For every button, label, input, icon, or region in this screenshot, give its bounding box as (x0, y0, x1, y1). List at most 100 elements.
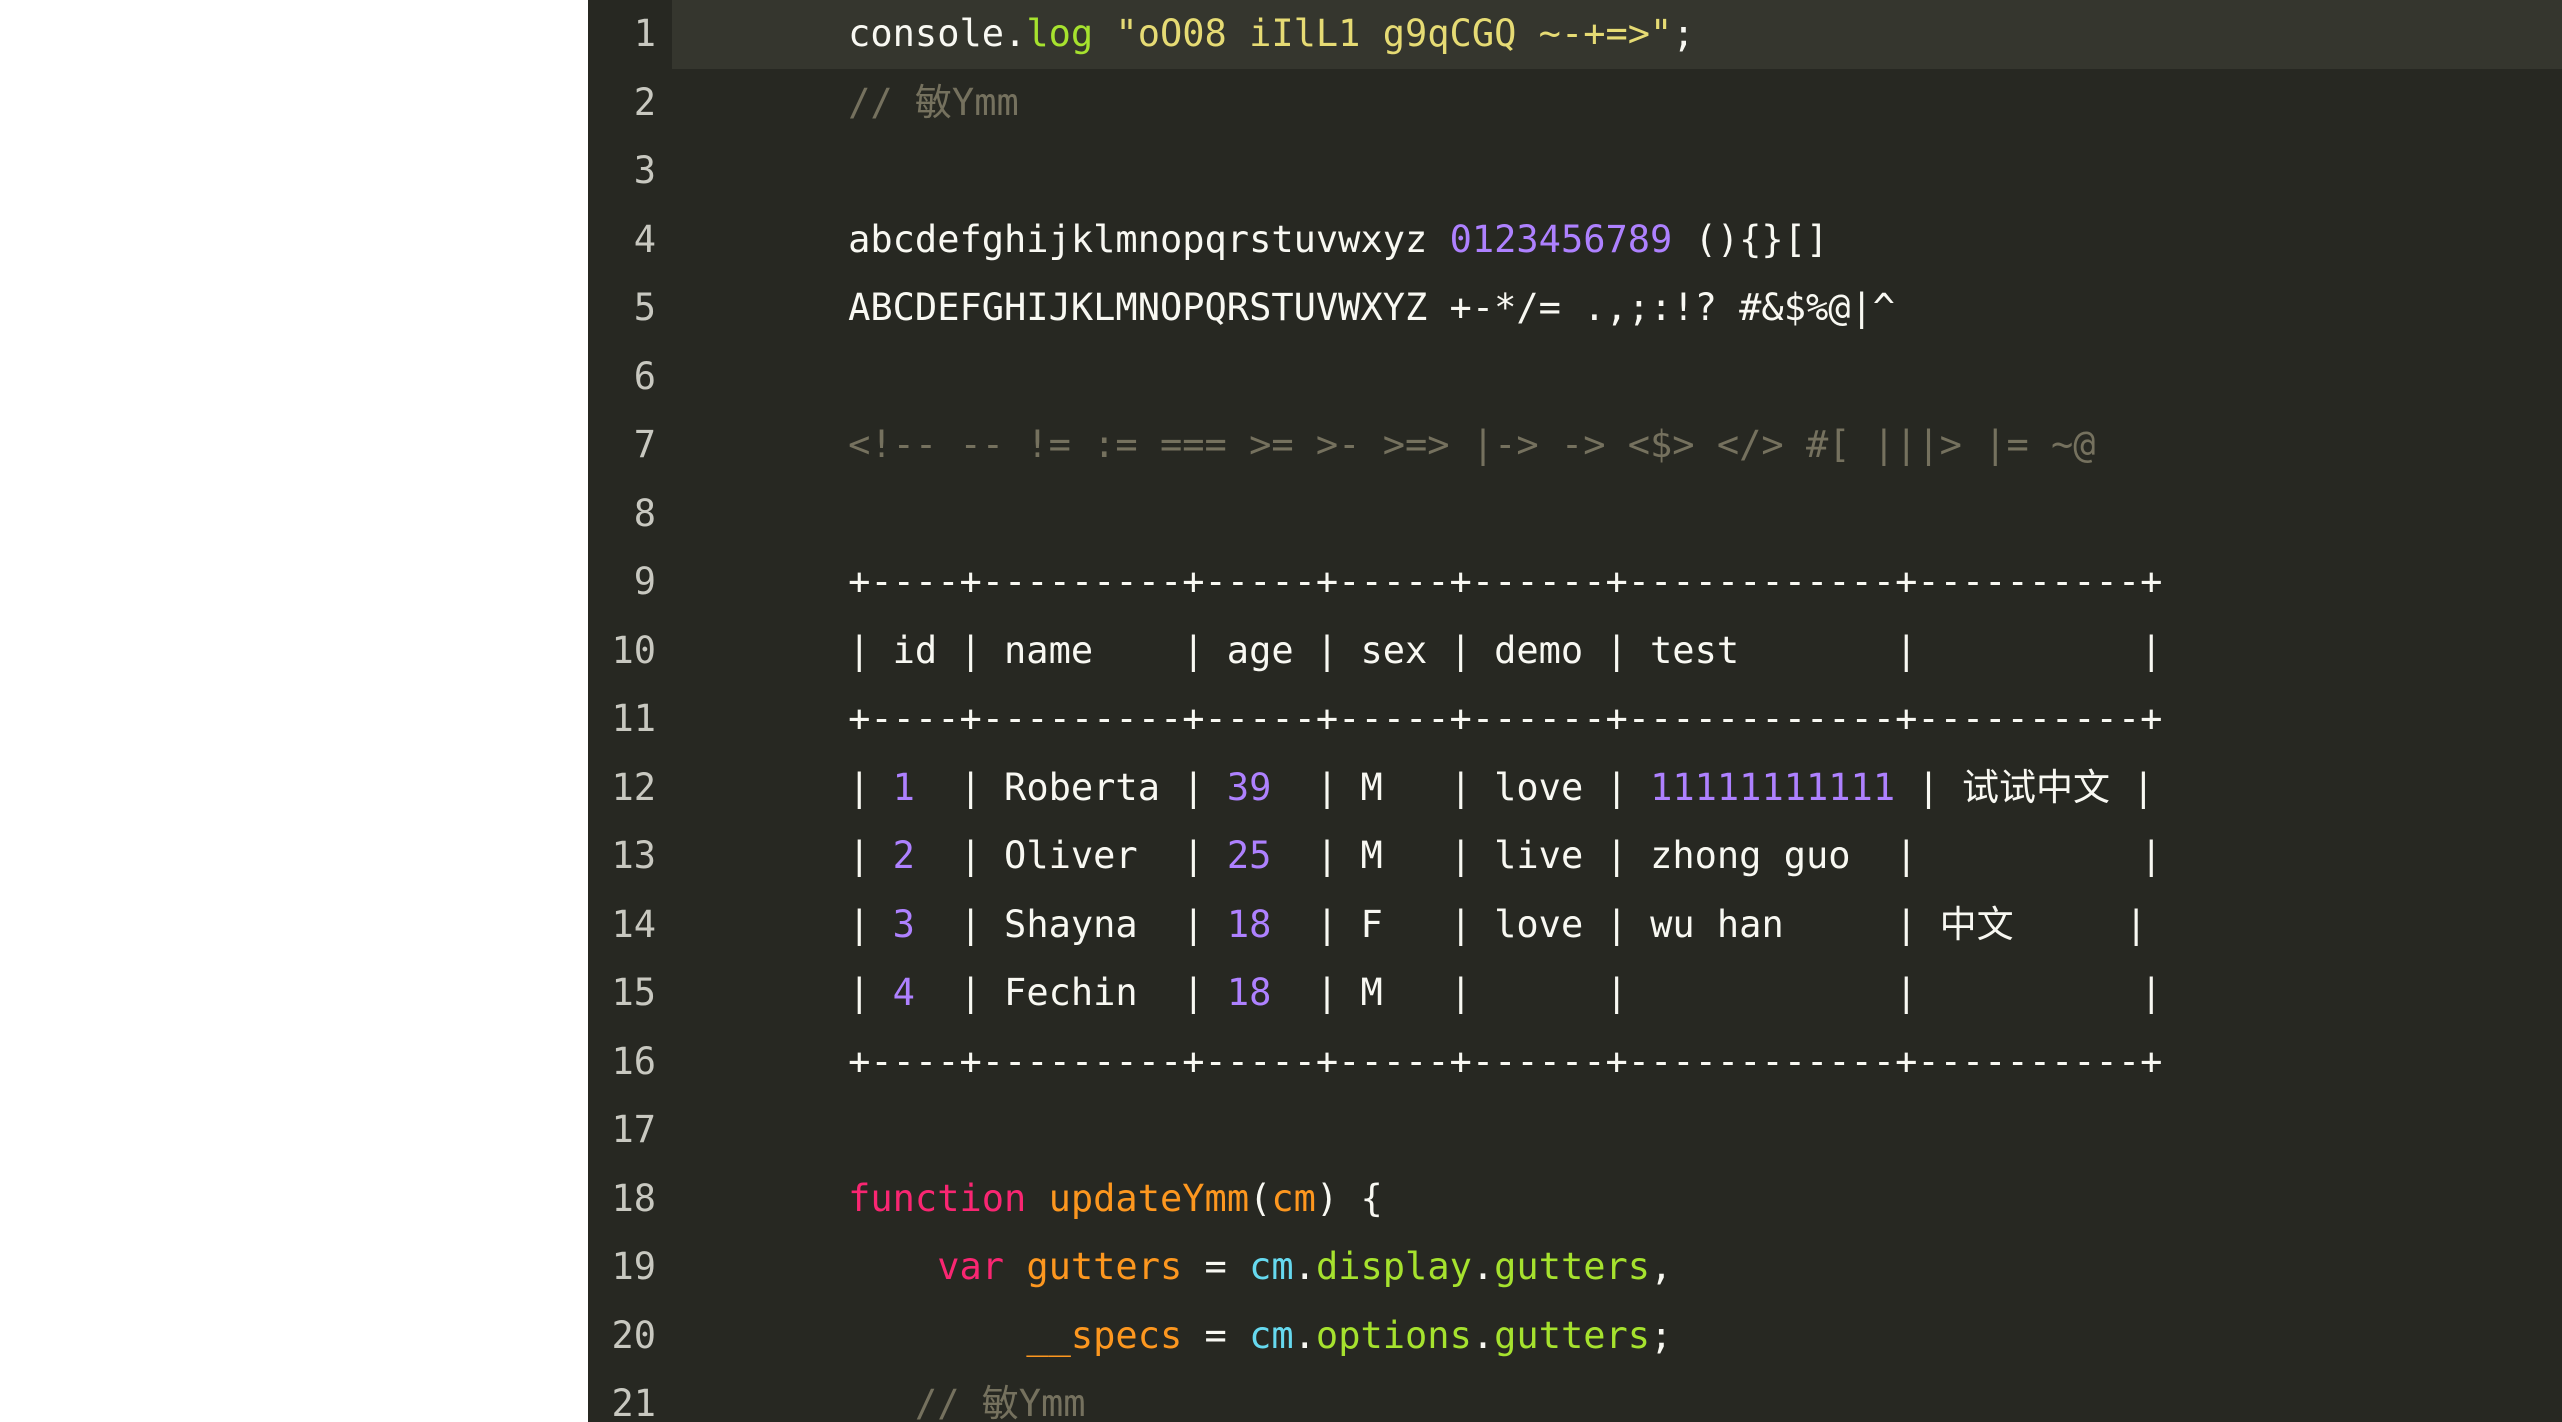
code-line[interactable]: 2 // 敏Ymm (588, 69, 2562, 138)
line-number[interactable]: 11 (588, 685, 672, 754)
code-line[interactable]: 14 | 3 | Shayna | 18 | F | love | wu han… (588, 891, 2562, 960)
code-token-plain: ; (1672, 12, 1695, 55)
code-line-content[interactable]: var gutters = cm.display.gutters, (672, 1233, 2562, 1302)
code-token-plain: +----+---------+-----+-----+------+-----… (759, 1039, 2163, 1083)
line-number[interactable]: 18 (588, 1165, 672, 1234)
code-line[interactable]: 15 | 4 | Fechin | 18 | M | | | | (588, 959, 2562, 1028)
line-number[interactable]: 4 (588, 206, 672, 275)
code-line-content[interactable]: | 4 | Fechin | 18 | M | | | | (672, 959, 2562, 1028)
code-line-content[interactable]: console.log "oO08 iIlL1 g9qCGQ ~-+=>"; (672, 0, 2562, 69)
code-line[interactable]: 12 | 1 | Roberta | 39 | M | love | 11111… (588, 754, 2562, 823)
code-token-plain: = (1182, 1313, 1250, 1357)
code-line[interactable]: 17 (588, 1096, 2562, 1165)
code-token-comment: // 敏Ymm (759, 80, 1019, 124)
line-number[interactable]: 20 (588, 1302, 672, 1371)
code-token-param: cm (1271, 1176, 1316, 1220)
code-line[interactable]: 9 +----+---------+-----+-----+------+---… (588, 548, 2562, 617)
code-token-plain: | Fechin | (914, 971, 1227, 1014)
line-number[interactable]: 8 (588, 480, 672, 549)
code-line[interactable]: 5 ABCDEFGHIJKLMNOPQRSTUVWXYZ +-*/= .,;:!… (588, 274, 2562, 343)
code-token-prop: gutters (1494, 1313, 1651, 1357)
line-number[interactable]: 9 (588, 548, 672, 617)
code-token-plain: | 试试中文 | (1895, 765, 2155, 809)
line-number[interactable]: 14 (588, 891, 672, 960)
code-token-comment: // 敏Ymm (759, 1382, 1086, 1422)
code-line-content[interactable]: abcdefghijklmnopqrstuvwxyz 0123456789 ()… (672, 206, 2562, 275)
code-token-number: 3 (892, 902, 915, 946)
code-line[interactable]: 6 (588, 343, 2562, 412)
code-token-fnname: updateYmm (1048, 1176, 1250, 1220)
line-number[interactable]: 17 (588, 1096, 672, 1165)
line-number[interactable]: 6 (588, 343, 672, 412)
code-line[interactable]: 3 (588, 137, 2562, 206)
code-line-content[interactable]: +----+---------+-----+-----+------+-----… (672, 548, 2562, 617)
code-editor[interactable]: 1 console.log "oO08 iIlL1 g9qCGQ ~-+=>";… (588, 0, 2562, 1422)
code-line[interactable]: 16 +----+---------+-----+-----+------+--… (588, 1028, 2562, 1097)
code-token-keyword: var (937, 1245, 1005, 1288)
code-line-content[interactable]: <!-- -- != := === >= >- >=> |-> -> <$> <… (672, 411, 2562, 480)
line-number[interactable]: 10 (588, 617, 672, 686)
code-line[interactable]: 18 function updateYmm(cm) { (588, 1165, 2562, 1234)
line-number[interactable]: 19 (588, 1233, 672, 1302)
code-line[interactable]: 21 // 敏Ymm (588, 1370, 2562, 1422)
code-token-plain: , (1650, 1245, 1673, 1288)
code-line-content[interactable]: // 敏Ymm (672, 1370, 2562, 1422)
code-line-content[interactable]: +----+---------+-----+-----+------+-----… (672, 685, 2562, 754)
code-token-number: 0123456789 (1449, 217, 1673, 261)
active-line-highlight (672, 480, 2562, 549)
code-line[interactable]: 20 __specs = cm.options.gutters; (588, 1302, 2562, 1371)
code-line-content[interactable]: | 3 | Shayna | 18 | F | love | wu han | … (672, 891, 2562, 960)
line-number[interactable]: 2 (588, 69, 672, 138)
code-token-plain: +----+---------+-----+-----+------+-----… (759, 560, 2163, 603)
line-number[interactable]: 7 (588, 411, 672, 480)
code-line[interactable]: 10 | id | name | age | sex | demo | test… (588, 617, 2562, 686)
code-token-prop: display (1315, 1245, 1472, 1288)
code-line-content[interactable]: // 敏Ymm (672, 69, 2562, 138)
code-token-plain: | Oliver | (914, 834, 1227, 877)
code-line[interactable]: 8 (588, 480, 2562, 549)
code-token-plain: . (1293, 1245, 1316, 1288)
code-token-cyan: cm (1249, 1313, 1294, 1357)
code-token-plain: | (759, 971, 893, 1014)
code-line-content[interactable]: | 1 | Roberta | 39 | M | love | 11111111… (672, 754, 2562, 823)
line-number[interactable]: 3 (588, 137, 672, 206)
line-number[interactable]: 16 (588, 1028, 672, 1097)
code-lines-container: 1 console.log "oO08 iIlL1 g9qCGQ ~-+=>";… (588, 0, 2562, 1422)
code-token-cyan: cm (1249, 1245, 1294, 1288)
code-line-content[interactable]: | 2 | Oliver | 25 | M | live | zhong guo… (672, 822, 2562, 891)
active-line-highlight (672, 137, 2562, 206)
code-line-content[interactable]: __specs = cm.options.gutters; (672, 1302, 2562, 1371)
code-token-plain: . (1471, 1313, 1495, 1357)
line-number[interactable]: 21 (588, 1370, 672, 1422)
code-token-plain: +----+---------+-----+-----+------+-----… (759, 697, 2163, 740)
line-number[interactable]: 5 (588, 274, 672, 343)
code-token-prop: gutters (1494, 1245, 1651, 1288)
code-token-plain: console. (759, 12, 1027, 55)
code-line[interactable]: 1 console.log "oO08 iIlL1 g9qCGQ ~-+=>"; (588, 0, 2562, 69)
code-line-content[interactable]: ABCDEFGHIJKLMNOPQRSTUVWXYZ +-*/= .,;:!? … (672, 274, 2562, 343)
code-token-number: 2 (892, 834, 915, 877)
code-token-number: 4 (892, 971, 915, 1014)
code-token-plain: | M | | | | (1271, 971, 2163, 1014)
code-line-content[interactable]: +----+---------+-----+-----+------+-----… (672, 1028, 2562, 1097)
code-token-plain: | (759, 902, 893, 946)
code-token-plain: | (759, 834, 893, 877)
line-number[interactable]: 12 (588, 754, 672, 823)
line-number[interactable]: 1 (588, 0, 672, 69)
code-line[interactable]: 19 var gutters = cm.display.gutters, (588, 1233, 2562, 1302)
code-token-plain: ) { (1315, 1176, 1383, 1220)
code-line-content[interactable]: function updateYmm(cm) { (672, 1165, 2562, 1234)
code-line[interactable]: 4 abcdefghijklmnopqrstuvwxyz 0123456789 … (588, 206, 2562, 275)
code-token-plain: | (759, 765, 893, 809)
code-line[interactable]: 7 <!-- -- != := === >= >- >=> |-> -> <$>… (588, 411, 2562, 480)
code-line-content[interactable]: | id | name | age | sex | demo | test | … (672, 617, 2562, 686)
code-line[interactable]: 13 | 2 | Oliver | 25 | M | live | zhong … (588, 822, 2562, 891)
code-line[interactable]: 11 +----+---------+-----+-----+------+--… (588, 685, 2562, 754)
code-token-plain: = (1182, 1245, 1250, 1288)
line-number[interactable]: 15 (588, 959, 672, 1028)
line-number[interactable]: 13 (588, 822, 672, 891)
